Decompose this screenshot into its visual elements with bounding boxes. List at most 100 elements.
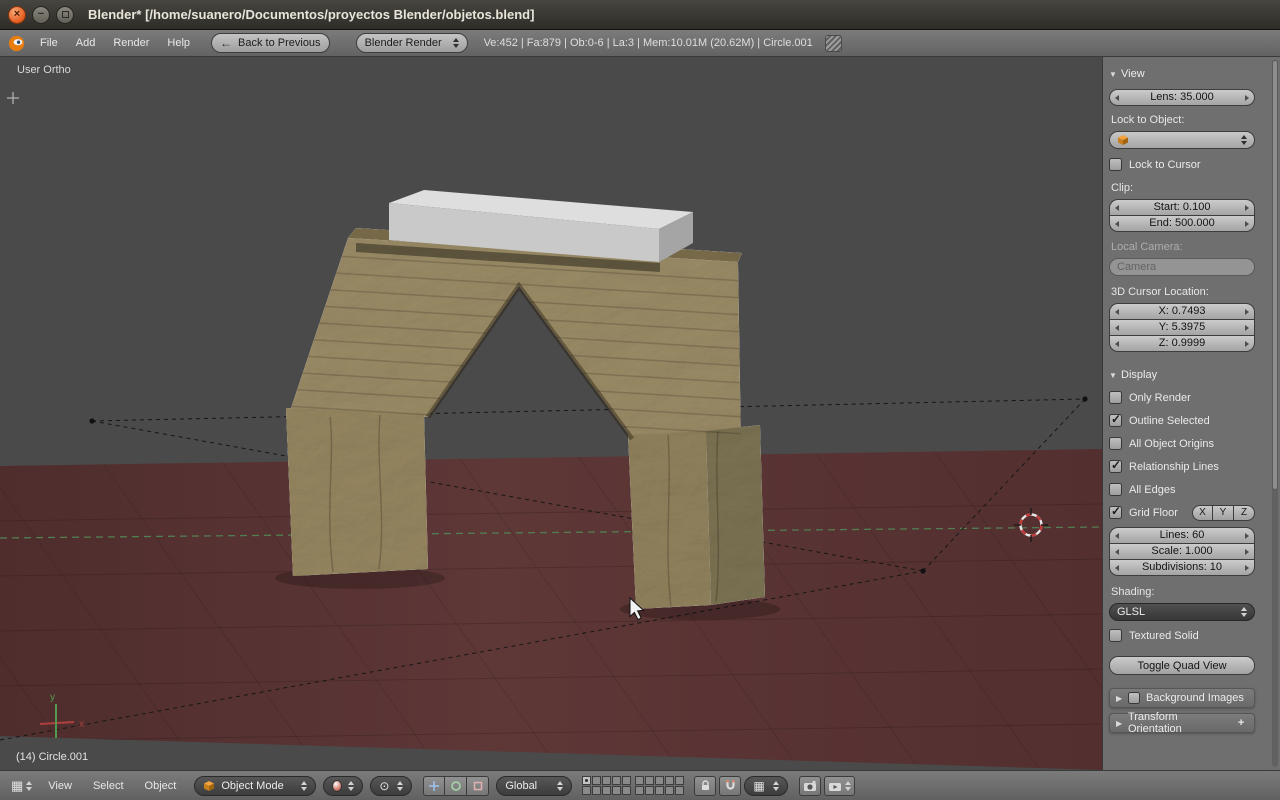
snap-toggle-button[interactable] — [719, 776, 741, 796]
axis-x-toggle[interactable]: X — [1192, 505, 1213, 521]
close-button[interactable]: × — [8, 6, 26, 24]
orientation-select[interactable]: Global — [496, 776, 572, 796]
viewport-shading-select[interactable] — [323, 776, 363, 796]
background-images-checkbox[interactable] — [1128, 692, 1140, 704]
layout-grip-icon[interactable] — [825, 35, 842, 52]
lock-to-scene-button[interactable] — [694, 776, 716, 796]
layer-cell[interactable] — [612, 786, 621, 795]
view-panel-title: View — [1121, 68, 1145, 80]
cursor-y-value: Y: 5.3975 — [1159, 321, 1206, 333]
render-menu[interactable]: Render — [104, 37, 158, 49]
scrollbar-thumb[interactable] — [1272, 60, 1278, 490]
grid-lines-value: Lines: 60 — [1160, 529, 1205, 541]
axis-y-toggle[interactable]: Y — [1213, 505, 1234, 521]
help-menu[interactable]: Help — [158, 37, 199, 49]
snap-element-select[interactable]: ▦ — [744, 776, 788, 796]
pivot-point-select[interactable]: ⊙ — [370, 776, 412, 796]
dropdown-arrows-icon — [397, 781, 403, 791]
all-edges-checkbox[interactable] — [1109, 483, 1122, 496]
dropdown-arrows-icon — [1241, 135, 1247, 145]
file-menu[interactable]: File — [31, 37, 67, 49]
grid-subdivisions-field[interactable]: Subdivisions: 10 — [1109, 559, 1255, 576]
transform-orientation-panel-header[interactable]: ▶ Transform Orientation + — [1109, 713, 1255, 733]
layer-cell[interactable] — [612, 776, 621, 785]
scale-manipulator-button[interactable] — [467, 776, 489, 796]
mode-select[interactable]: Object Mode — [194, 776, 316, 796]
viewport-scene: x y — [0, 57, 1102, 770]
editor-grid-icon: ▦ — [11, 779, 23, 792]
translate-manipulator-button[interactable] — [423, 776, 445, 796]
object-menu[interactable]: Object — [136, 780, 186, 792]
cursor-x-field[interactable]: X: 0.7493 — [1109, 303, 1255, 320]
background-images-panel-header[interactable]: ▶ Background Images — [1109, 688, 1255, 708]
grid-scale-field[interactable]: Scale: 1.000 — [1109, 543, 1255, 560]
outline-selected-checkbox[interactable] — [1109, 414, 1122, 427]
layer-cell[interactable] — [592, 776, 601, 785]
view-panel-header[interactable]: ▼ View — [1109, 66, 1255, 82]
close-icon: × — [14, 9, 20, 20]
slider-right-arrow-icon[interactable] — [1245, 95, 1249, 101]
lock-object-select[interactable] — [1109, 131, 1255, 149]
sidebar-scrollbar[interactable] — [1272, 60, 1278, 767]
shading-mode-select[interactable]: GLSL — [1109, 603, 1255, 621]
layer-cell[interactable] — [665, 776, 674, 785]
render-engine-select[interactable]: Blender Render — [356, 33, 468, 53]
layer-cell[interactable] — [675, 786, 684, 795]
textured-solid-checkbox[interactable] — [1109, 629, 1122, 642]
viewport-3d[interactable]: x y User Ortho (14) Circle.001 — [0, 57, 1102, 770]
layer-cell[interactable] — [675, 776, 684, 785]
local-camera-select[interactable]: Camera — [1109, 258, 1255, 276]
collapse-icon: ▼ — [1109, 371, 1121, 380]
toggle-quad-view-button[interactable]: Toggle Quad View — [1109, 656, 1255, 675]
cursor-z-value: Z: 0.9999 — [1159, 337, 1205, 349]
cursor-y-field[interactable]: Y: 5.3975 — [1109, 319, 1255, 336]
layer-cell[interactable] — [592, 786, 601, 795]
layer-cell[interactable] — [582, 786, 591, 795]
opengl-render-anim-button[interactable] — [824, 776, 855, 796]
relationship-lines-checkbox[interactable] — [1109, 460, 1122, 473]
display-panel-header[interactable]: ▼ Display — [1109, 367, 1255, 383]
mode-value: Object Mode — [221, 780, 283, 792]
clip-end-slider[interactable]: End: 500.000 — [1109, 215, 1255, 232]
camera-anim-icon — [828, 780, 842, 792]
lens-slider[interactable]: Lens: 35.000 — [1109, 89, 1255, 106]
view-menu[interactable]: View — [39, 780, 81, 792]
grid-lines-field[interactable]: Lines: 60 — [1109, 527, 1255, 544]
layer-cell[interactable] — [645, 786, 654, 795]
maximize-button[interactable] — [56, 6, 74, 24]
layer-cell[interactable] — [602, 786, 611, 795]
layer-cell[interactable] — [582, 776, 591, 785]
cursor-z-field[interactable]: Z: 0.9999 — [1109, 335, 1255, 352]
only-render-checkbox[interactable] — [1109, 391, 1122, 404]
axis-z-toggle[interactable]: Z — [1234, 505, 1255, 521]
scale-icon — [472, 780, 484, 792]
grid-floor-checkbox[interactable] — [1109, 506, 1122, 519]
clip-start-slider[interactable]: Start: 0.100 — [1109, 199, 1255, 216]
back-to-previous-button[interactable]: ← Back to Previous — [211, 33, 330, 53]
slider-left-arrow-icon[interactable] — [1115, 95, 1119, 101]
layer-cell[interactable] — [655, 776, 664, 785]
layer-cell[interactable] — [635, 786, 644, 795]
all-object-origins-checkbox[interactable] — [1109, 437, 1122, 450]
layers-widget[interactable] — [582, 776, 684, 795]
layer-cell[interactable] — [622, 786, 631, 795]
lock-to-cursor-checkbox[interactable] — [1109, 158, 1122, 171]
layer-cell[interactable] — [665, 786, 674, 795]
add-menu[interactable]: Add — [67, 37, 105, 49]
layer-cell[interactable] — [645, 776, 654, 785]
layer-cell[interactable] — [655, 786, 664, 795]
editor-type-button[interactable]: ▦ — [7, 779, 36, 792]
dropdown-arrows-icon — [557, 781, 563, 791]
layer-cell[interactable] — [602, 776, 611, 785]
opengl-render-button[interactable] — [799, 776, 821, 796]
select-menu[interactable]: Select — [84, 780, 133, 792]
collapse-icon: ▼ — [1109, 70, 1121, 79]
clip-label: Clip: — [1111, 182, 1255, 195]
minimize-button[interactable]: − — [32, 6, 50, 24]
layer-cell[interactable] — [635, 776, 644, 785]
shading-mode-value: GLSL — [1117, 606, 1145, 618]
layer-cell[interactable] — [622, 776, 631, 785]
rotate-manipulator-button[interactable] — [445, 776, 467, 796]
add-orientation-button[interactable]: + — [1234, 717, 1248, 729]
lens-value: Lens: 35.000 — [1150, 91, 1214, 103]
